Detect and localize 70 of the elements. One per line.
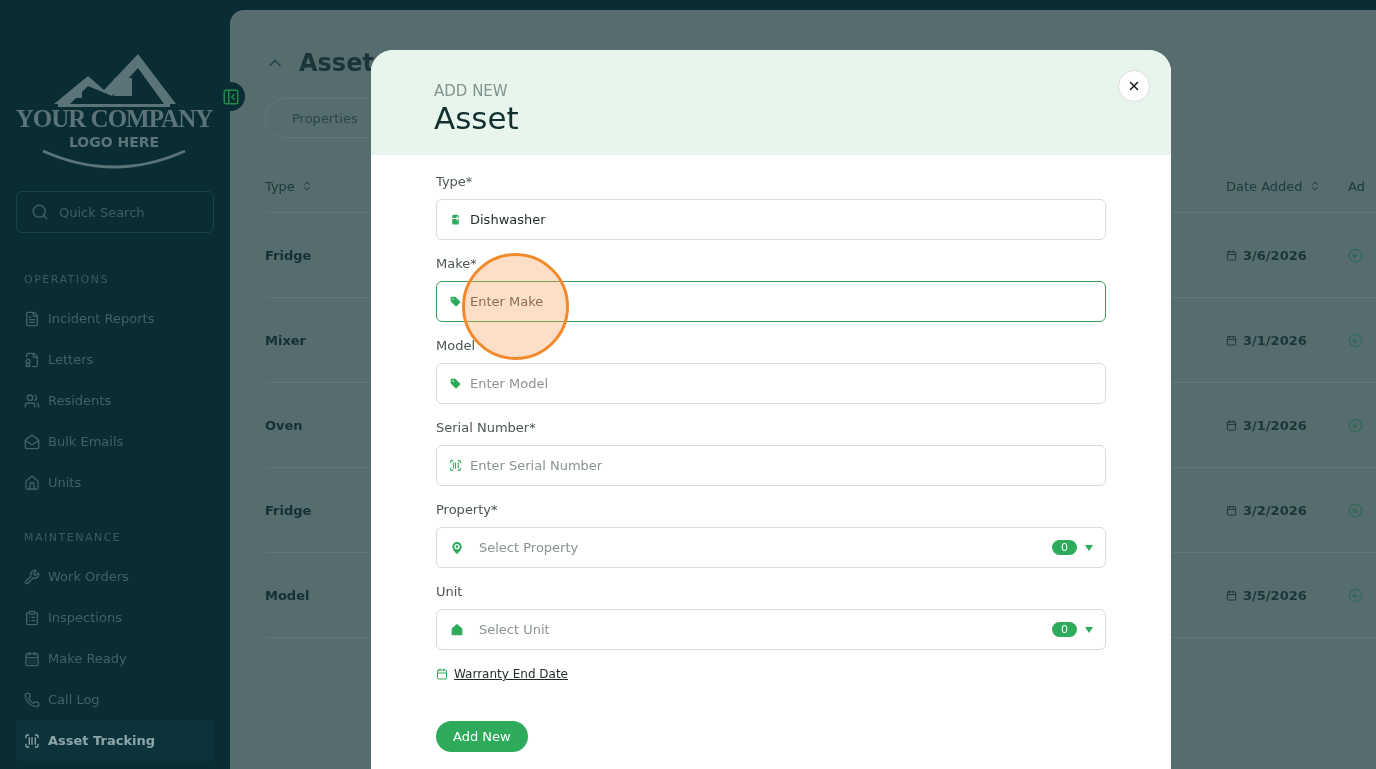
logo-text: YOUR COMPANY	[15, 106, 213, 131]
input-field[interactable]: Enter Serial Number	[436, 445, 1106, 486]
field-label: Type*	[436, 173, 474, 191]
table-cell: Model	[265, 587, 310, 603]
calendar-icon	[24, 650, 40, 667]
table-cell: Fridge	[265, 247, 312, 263]
placeholder-text: Enter Make	[470, 294, 544, 309]
column-header[interactable]: Date Added	[1226, 178, 1303, 194]
house-logo-icon	[52, 52, 176, 108]
caret-icon[interactable]	[1085, 626, 1093, 633]
placeholder-text: Select Property	[479, 540, 579, 555]
input-field[interactable]: Enter Make	[436, 281, 1106, 322]
field-label: Serial Number*	[436, 419, 537, 437]
placeholder-text: Select Unit	[479, 622, 550, 637]
report-icon	[24, 310, 40, 327]
table-cell: Oven	[265, 417, 303, 433]
calendar-icon	[1226, 249, 1237, 261]
warranty-link[interactable]: Warranty End Date	[436, 667, 568, 681]
select-field[interactable]: Select Property 0	[436, 527, 1106, 568]
field-label: Model	[436, 337, 477, 355]
search-icon	[31, 203, 49, 221]
column-header[interactable]: Ad	[1348, 178, 1365, 194]
table-cell: 3/1/2026	[1243, 332, 1307, 348]
field-value: Dishwasher	[470, 212, 546, 227]
pin-icon	[449, 539, 465, 556]
add-new-button[interactable]: Add New	[436, 721, 528, 752]
column-header[interactable]: Type	[265, 178, 295, 194]
input-field[interactable]: Enter Model	[436, 363, 1106, 404]
caret-icon[interactable]	[1085, 544, 1093, 551]
input-field[interactable]: Dishwasher	[436, 199, 1106, 240]
placeholder-text: Enter Model	[470, 376, 549, 391]
close-button[interactable]	[1118, 70, 1150, 102]
field-label: Unit	[436, 583, 464, 601]
table-cell: 3/6/2026	[1243, 247, 1307, 263]
people-icon	[24, 392, 40, 409]
mail-icon	[24, 433, 40, 450]
page-title: Asset	[299, 49, 374, 77]
calendar-icon	[1226, 334, 1237, 346]
tag-icon	[449, 295, 462, 308]
table-cell: 3/5/2026	[1243, 587, 1307, 603]
placeholder-text: Enter Serial Number	[470, 458, 603, 473]
wrench-icon	[24, 568, 40, 585]
home-icon	[449, 621, 465, 638]
select-field[interactable]: Select Unit 0	[436, 609, 1106, 650]
letter-icon	[24, 351, 40, 368]
tag-icon	[449, 377, 462, 390]
table-cell: 3/1/2026	[1243, 417, 1307, 433]
calendar-icon	[1226, 419, 1237, 431]
table-cell: Mixer	[265, 332, 306, 348]
fridge-icon	[449, 213, 462, 226]
field-label: Make*	[436, 255, 478, 273]
phone-icon	[24, 691, 40, 708]
count-badge: 0	[1052, 540, 1077, 555]
calendar-icon	[1226, 504, 1237, 516]
table-cell: 3/2/2026	[1243, 502, 1307, 518]
close-icon	[1127, 79, 1141, 93]
modal-title: Asset	[434, 101, 520, 136]
count-badge: 0	[1052, 622, 1077, 637]
modal-eyebrow: ADD NEW	[434, 84, 509, 99]
field-label: Property*	[436, 501, 499, 519]
scan-icon	[449, 459, 462, 472]
table-cell: Fridge	[265, 502, 312, 518]
sidebar-item[interactable]: Asset Tracking	[16, 720, 214, 761]
home-icon	[24, 474, 40, 491]
panel-icon	[221, 87, 240, 106]
calendar-icon	[1226, 589, 1237, 601]
logo-text: LOGO HERE	[68, 135, 160, 149]
scan-icon	[24, 732, 40, 749]
calendar-icon	[436, 668, 448, 680]
clipboard-icon	[24, 609, 40, 626]
